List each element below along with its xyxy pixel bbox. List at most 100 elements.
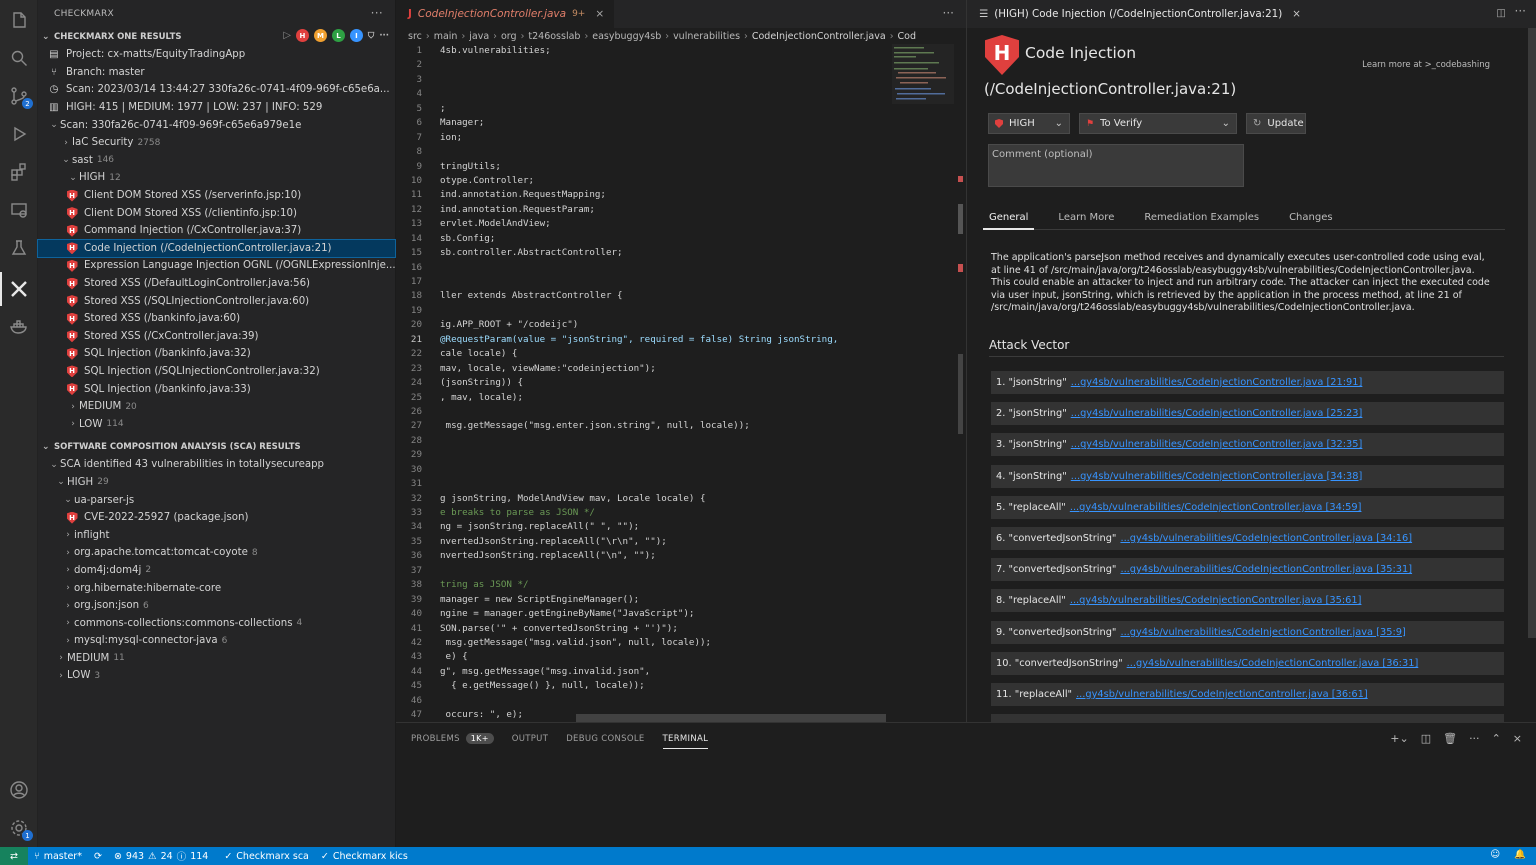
update-button[interactable]: ↻ Update [1246,113,1306,134]
attack-vector-item[interactable]: 6. "convertedJsonString" ...gy4sb/vulnera… [991,527,1504,550]
attack-vector-item[interactable]: 7. "convertedJsonString" ...gy4sb/vulnera… [991,558,1504,582]
sca-section-header[interactable]: ⌄ SOFTWARE COMPOSITION ANALYSIS (SCA) RES… [38,438,395,456]
tab-remediation-examples[interactable]: Remediation Examples [1138,212,1265,230]
docker-icon[interactable] [7,314,31,338]
explorer-icon[interactable] [7,8,31,32]
attack-vector-link[interactable]: ...gy4sb/vulnerabilities/CodeInjectionCo… [1076,689,1368,700]
sync-status[interactable]: ⟳ [94,851,102,862]
breadcrumb-item[interactable]: src [408,31,422,42]
settings-gear-icon[interactable]: 1 [7,816,33,841]
feedback-icon[interactable]: ☺ [1490,849,1500,860]
editor-tab[interactable]: J CodeInjectionController.java 9+ × [396,0,615,28]
details-more-icon[interactable]: ··· [1515,4,1526,18]
testing-icon[interactable] [7,236,31,260]
run-debug-icon[interactable] [7,122,31,146]
sca-medium-row[interactable]: › MEDIUM 11 [38,650,395,668]
trash-icon[interactable]: 🗑 [1443,732,1457,745]
comment-field[interactable]: Comment (optional) [988,144,1244,187]
finding-item[interactable]: H Command Injection (/CxController.java:3… [38,222,395,240]
notifications-icon[interactable]: 🔔 [1514,849,1526,860]
attack-vector-item[interactable]: 11. "replaceAll" ...gy4sb/vulnerabilities… [991,683,1504,706]
filter-info-icon[interactable]: I [349,29,363,42]
state-select[interactable]: ⚑ To Verify ⌄ [1079,113,1237,134]
attack-vector-link[interactable]: ...gy4sb/vulnerabilities/CodeInjectionCo… [1127,658,1419,669]
split-terminal-icon[interactable]: ◫ [1421,732,1431,745]
filter-icon[interactable]: ⛉ [368,31,374,41]
checkmarx-icon[interactable] [7,277,31,301]
finding-item[interactable]: H Stored XSS (/SQLInjectionController.jav… [38,292,395,310]
finding-item[interactable]: H Client DOM Stored XSS (/serverinfo.jsp:… [38,187,395,205]
sca-summary-row[interactable]: ⌄ SCA identified 43 vulnerabilities in to… [38,456,395,474]
results-more-icon[interactable]: ··· [379,31,389,41]
finding-item[interactable]: H Expression Language Injection OGNL (/OG… [38,257,395,275]
tab-general[interactable]: General [983,212,1035,230]
filter-medium-icon[interactable]: M [313,29,327,42]
maximize-icon[interactable]: ⌃ [1492,732,1501,745]
run-scan-icon[interactable]: ▷ [283,30,291,41]
tab-learn-more[interactable]: Learn More [1052,212,1120,230]
remote-icon[interactable]: ⇄ [0,847,28,865]
package-row[interactable]: › org.apache.tomcat:tomcat-coyote 8 [38,544,395,562]
extensions-icon[interactable] [7,160,31,184]
attack-vector-link[interactable]: ...gy4sb/vulnerabilities/CodeInjectionCo… [1071,377,1363,388]
scan-id-row[interactable]: ⌄ Scan: 330fa26c-0741-4f09-969f-c65e6a979… [38,116,395,134]
package-row[interactable]: › commons-collections:commons-collections… [38,614,395,632]
attack-vector-link[interactable]: ...gy4sb/vulnerabilities/CodeInjectionCo… [1120,564,1412,575]
attack-vector-item[interactable]: 3. "jsonString" ...gy4sb/vulnerabilities/… [991,433,1504,457]
filter-high-icon[interactable]: H [295,29,309,42]
breadcrumb-item[interactable]: t246osslab [528,31,580,42]
close-icon[interactable]: × [595,8,604,20]
package-row[interactable]: ⌄ ua-parser-js [38,491,395,509]
editor-horizontal-scrollbar[interactable] [576,714,886,722]
attack-vector-item[interactable]: 4. "jsonString" ...gy4sb/vulnerabilities/… [991,464,1504,488]
source-control-icon[interactable]: 2 [7,84,33,109]
package-row[interactable]: › dom4j:dom4j 2 [38,562,395,580]
details-tab[interactable]: ☰ (HIGH) Code Injection (/CodeInjectionC… [967,0,1536,28]
breadcrumb-item[interactable]: Cod [898,31,916,42]
finding-item[interactable]: H SQL Injection (/bankinfo.java:33) [38,380,395,398]
breadcrumb-item[interactable]: vulnerabilities [673,31,740,42]
panel-tab-problems[interactable]: PROBLEMS 1K+ [411,733,494,744]
sast-row[interactable]: ⌄ sast 146 [38,152,395,170]
project-row[interactable]: ▤ Project: cx-matts/EquityTradingApp [38,46,395,64]
attack-vector-item[interactable]: 9. "convertedJsonString" ...gy4sb/vulnera… [991,620,1504,644]
learn-more-link[interactable]: Learn more at >_codebashing [1362,60,1490,70]
problems-status[interactable]: ⊗ 943 ⚠ 24 ⓘ 114 [114,849,208,864]
package-row[interactable]: › mysql:mysql-connector-java 6 [38,632,395,650]
editor-scrollbar[interactable] [956,44,966,722]
high-row[interactable]: ⌄ HIGH 12 [38,169,395,187]
attack-vector-item[interactable]: 1. "jsonString" ...gy4sb/vulnerabilities/… [991,371,1504,394]
code-area[interactable]: 1 4sb.vulnerabilities; 2 3 4 5; 6 Manager; 7 ion;… [396,44,956,722]
breadcrumb-item[interactable]: main [434,31,458,42]
branch-row[interactable]: ⑂ Branch: master [38,64,395,82]
low-row[interactable]: › LOW 114 [38,415,395,433]
finding-item[interactable]: H Stored XSS (/DefaultLoginController.jav… [38,275,395,293]
search-icon[interactable] [7,46,31,70]
remote-explorer-icon[interactable] [7,198,31,222]
branch-status[interactable]: ⑂ master* [34,851,82,862]
checkmarx-sca-status[interactable]: ✓ Checkmarx sca [224,851,309,862]
new-terminal-icon[interactable]: +⌄ [1390,732,1408,745]
scan-row[interactable]: ◷ Scan: 2023/03/14 13:44:27 330fa26c-0741… [38,81,395,99]
iac-row[interactable]: › IaC Security 2758 [38,134,395,152]
editor-more-icon[interactable]: ··· [943,6,954,20]
cve-row[interactable]: H CVE-2022-25927 (package.json) [38,509,395,527]
sidebar-more-icon[interactable]: ··· [371,6,383,20]
breadcrumb-item[interactable]: java [469,31,489,42]
breadcrumb-item[interactable]: CodeInjectionController.java [752,31,886,42]
attack-vector-link[interactable]: ...gy4sb/vulnerabilities/CodeInjectionCo… [1070,502,1362,513]
details-scrollbar[interactable] [1528,28,1536,638]
package-row[interactable]: › org.json:json 6 [38,597,395,615]
attack-vector-link[interactable]: ...gy4sb/vulnerabilities/CodeInjectionCo… [1071,408,1363,419]
minimap[interactable] [892,44,954,104]
breadcrumb-item[interactable]: org [501,31,517,42]
filter-low-icon[interactable]: L [331,29,345,42]
package-row[interactable]: › org.hibernate:hibernate-core [38,579,395,597]
sca-high-row[interactable]: ⌄ HIGH 29 [38,474,395,492]
sca-low-row[interactable]: › LOW 3 [38,667,395,685]
attack-vector-item[interactable]: 10. "convertedJsonString" ...gy4sb/vulner… [991,651,1504,675]
attack-vector-item[interactable]: 2. "jsonString" ...gy4sb/vulnerabilities/… [991,402,1504,426]
breadcrumb-item[interactable]: easybuggy4sb [592,31,661,42]
panel-tab-debug-console[interactable]: DEBUG CONSOLE [566,734,644,744]
split-editor-icon[interactable]: ◫ [1496,7,1506,19]
